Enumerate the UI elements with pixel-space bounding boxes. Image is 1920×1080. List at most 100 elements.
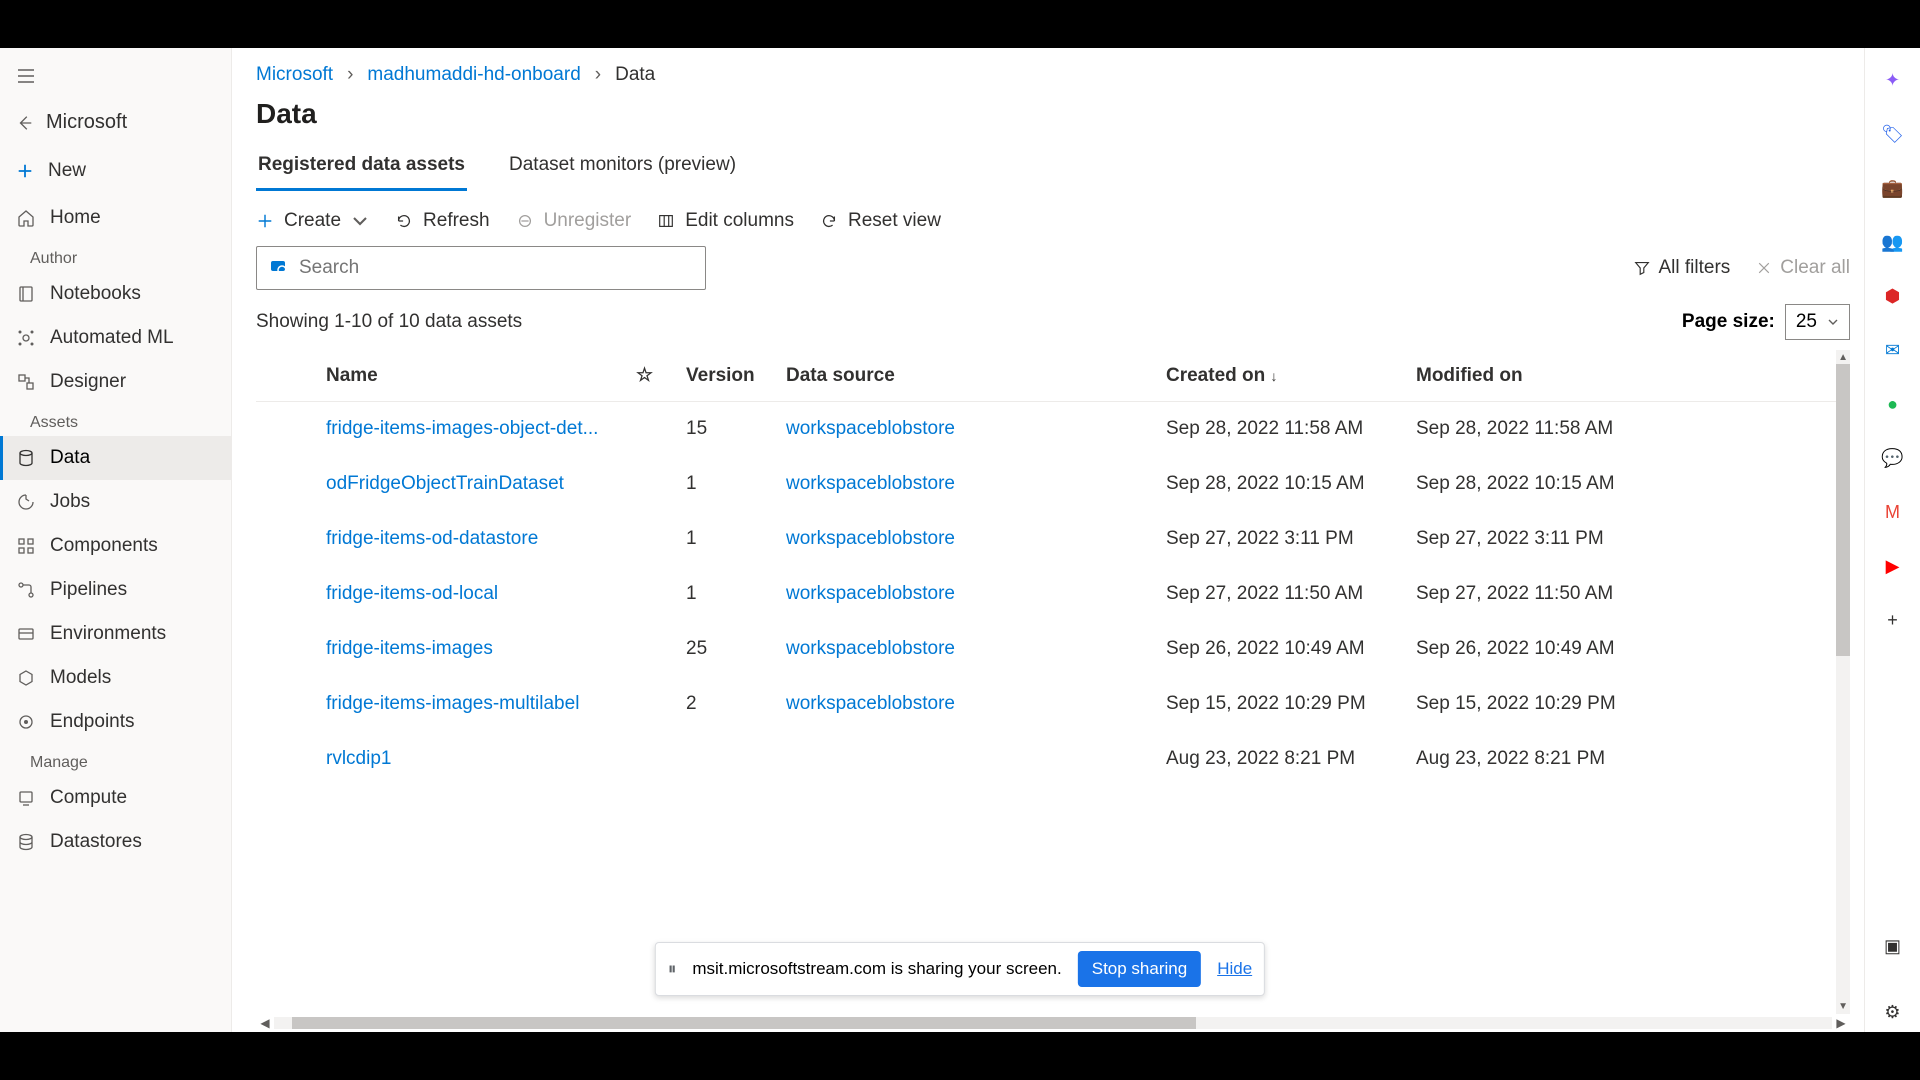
- nav-notebooks[interactable]: Notebooks: [0, 272, 231, 316]
- nav-jobs[interactable]: Jobs: [0, 480, 231, 524]
- scroll-up-icon[interactable]: ▲: [1838, 352, 1848, 363]
- nav-data[interactable]: Data: [0, 436, 231, 480]
- columns-icon: [657, 212, 675, 230]
- result-count: Showing 1-10 of 10 data assets: [256, 311, 522, 333]
- table-row[interactable]: fridge-items-images 25 workspaceblobstor…: [256, 622, 1850, 677]
- table-row[interactable]: fridge-items-images-multilabel 2 workspa…: [256, 677, 1850, 732]
- all-filters-button[interactable]: All filters: [1633, 257, 1731, 279]
- vertical-scrollbar[interactable]: ▲ ▼: [1836, 350, 1850, 1014]
- right-rail: ✦ 🏷 💼 👥 ⬢ ✉ ● 💬 M ▶ + ▣ ⚙: [1864, 48, 1920, 1032]
- asset-name-link[interactable]: fridge-items-images: [326, 638, 493, 659]
- datasource-link[interactable]: workspaceblobstore: [786, 693, 955, 714]
- nav-compute[interactable]: Compute: [0, 776, 231, 820]
- datasource-link[interactable]: workspaceblobstore: [786, 638, 955, 659]
- unregister-button: Unregister: [516, 210, 632, 232]
- nav-home[interactable]: Home: [0, 196, 231, 240]
- scroll-down-icon[interactable]: ▼: [1838, 1001, 1848, 1012]
- col-created[interactable]: Created on ↓: [1156, 350, 1406, 402]
- horizontal-scrollbar[interactable]: ◀ ▶: [256, 1014, 1850, 1032]
- created-cell: Sep 27, 2022 11:50 AM: [1156, 567, 1406, 622]
- spotify-icon[interactable]: ●: [1881, 392, 1905, 416]
- panel-icon[interactable]: ▣: [1881, 934, 1905, 958]
- table-row[interactable]: fridge-items-od-local 1 workspaceblobsto…: [256, 567, 1850, 622]
- breadcrumb-root[interactable]: Microsoft: [256, 64, 333, 86]
- asset-name-link[interactable]: rvlcdip1: [326, 748, 391, 769]
- section-assets-label: Assets: [0, 404, 231, 436]
- horizontal-scroll-thumb[interactable]: [292, 1017, 1196, 1029]
- data-assets-table: Name ☆ Version Data source Created on ↓ …: [256, 350, 1850, 787]
- refresh-button[interactable]: Refresh: [395, 210, 490, 232]
- reset-view-button[interactable]: Reset view: [820, 210, 941, 232]
- breadcrumb: Microsoft › madhumaddi-hd-onboard › Data: [256, 58, 1850, 98]
- vertical-scroll-thumb[interactable]: [1836, 364, 1850, 656]
- table-row[interactable]: fridge-items-images-object-det... 15 wor…: [256, 402, 1850, 457]
- nav-components[interactable]: Components: [0, 524, 231, 568]
- nav-designer[interactable]: Designer: [0, 360, 231, 404]
- page-size-label: Page size:: [1682, 311, 1775, 333]
- nav-automl[interactable]: Automated ML: [0, 316, 231, 360]
- briefcase-icon[interactable]: 💼: [1881, 176, 1905, 200]
- col-datasource[interactable]: Data source: [776, 350, 1156, 402]
- edit-columns-button[interactable]: Edit columns: [657, 210, 794, 232]
- add-icon[interactable]: +: [1881, 608, 1905, 632]
- compute-icon: [16, 788, 36, 808]
- asset-name-link[interactable]: odFridgeObjectTrainDataset: [326, 473, 564, 494]
- back-nav-button[interactable]: Microsoft: [0, 99, 231, 146]
- col-favorite[interactable]: ☆: [626, 350, 676, 402]
- settings-icon[interactable]: ⚙: [1881, 1000, 1905, 1024]
- chevron-down-icon: [1827, 316, 1839, 328]
- section-author-label: Author: [0, 240, 231, 272]
- search-box[interactable]: [256, 246, 706, 290]
- sidebar: Microsoft New Home Author Notebooks Auto…: [0, 48, 232, 1032]
- tab-monitors[interactable]: Dataset monitors (preview): [507, 146, 738, 191]
- asset-name-link[interactable]: fridge-items-images-object-det...: [326, 418, 598, 439]
- office-icon[interactable]: ⬢: [1881, 284, 1905, 308]
- new-button[interactable]: New: [0, 146, 231, 196]
- reset-icon: [820, 212, 838, 230]
- breadcrumb-workspace[interactable]: madhumaddi-hd-onboard: [367, 64, 580, 86]
- copilot-icon[interactable]: ✦: [1881, 68, 1905, 92]
- messenger-icon[interactable]: 💬: [1881, 446, 1905, 470]
- modified-cell: Aug 23, 2022 8:21 PM: [1406, 732, 1850, 787]
- datasource-link[interactable]: workspaceblobstore: [786, 528, 955, 549]
- page-title: Data: [256, 98, 1850, 130]
- nav-models[interactable]: Models: [0, 656, 231, 700]
- col-version[interactable]: Version: [676, 350, 776, 402]
- created-cell: Sep 28, 2022 11:58 AM: [1156, 402, 1406, 457]
- hamburger-menu-button[interactable]: [0, 58, 231, 99]
- nav-endpoints[interactable]: Endpoints: [0, 700, 231, 744]
- create-button[interactable]: Create: [256, 210, 369, 232]
- asset-name-link[interactable]: fridge-items-od-datastore: [326, 528, 538, 549]
- youtube-icon[interactable]: ▶: [1881, 554, 1905, 578]
- outlook-icon[interactable]: ✉: [1881, 338, 1905, 362]
- scroll-left-icon[interactable]: ◀: [256, 1016, 274, 1030]
- table-row[interactable]: odFridgeObjectTrainDataset 1 workspacebl…: [256, 457, 1850, 512]
- tag-icon[interactable]: 🏷: [1881, 122, 1905, 146]
- search-input[interactable]: [299, 257, 693, 279]
- datasource-link[interactable]: workspaceblobstore: [786, 583, 955, 604]
- table-row[interactable]: fridge-items-od-datastore 1 workspaceblo…: [256, 512, 1850, 567]
- page-size-select[interactable]: 25: [1785, 304, 1850, 340]
- people-icon[interactable]: 👥: [1881, 230, 1905, 254]
- nav-environments[interactable]: Environments: [0, 612, 231, 656]
- hamburger-icon: [16, 66, 36, 86]
- stop-sharing-button[interactable]: Stop sharing: [1078, 951, 1201, 987]
- plus-icon: [256, 212, 274, 230]
- asset-name-link[interactable]: fridge-items-od-local: [326, 583, 498, 604]
- gmail-icon[interactable]: M: [1881, 500, 1905, 524]
- asset-name-link[interactable]: fridge-items-images-multilabel: [326, 693, 579, 714]
- unregister-icon: [516, 212, 534, 230]
- scroll-right-icon[interactable]: ▶: [1832, 1016, 1850, 1030]
- col-modified[interactable]: Modified on: [1406, 350, 1850, 402]
- back-label: Microsoft: [46, 111, 127, 134]
- datasource-link[interactable]: workspaceblobstore: [786, 418, 955, 439]
- nav-datastores[interactable]: Datastores: [0, 820, 231, 864]
- hide-share-bar-button[interactable]: Hide: [1217, 959, 1252, 979]
- table-row[interactable]: rvlcdip1 Aug 23, 2022 8:21 PM Aug 23, 20…: [256, 732, 1850, 787]
- tab-registered[interactable]: Registered data assets: [256, 146, 467, 191]
- datasource-link[interactable]: workspaceblobstore: [786, 473, 955, 494]
- main-content: Microsoft › madhumaddi-hd-onboard › Data…: [232, 48, 1864, 1032]
- nav-pipelines[interactable]: Pipelines: [0, 568, 231, 612]
- col-name[interactable]: Name: [316, 350, 626, 402]
- close-icon: [1756, 260, 1772, 276]
